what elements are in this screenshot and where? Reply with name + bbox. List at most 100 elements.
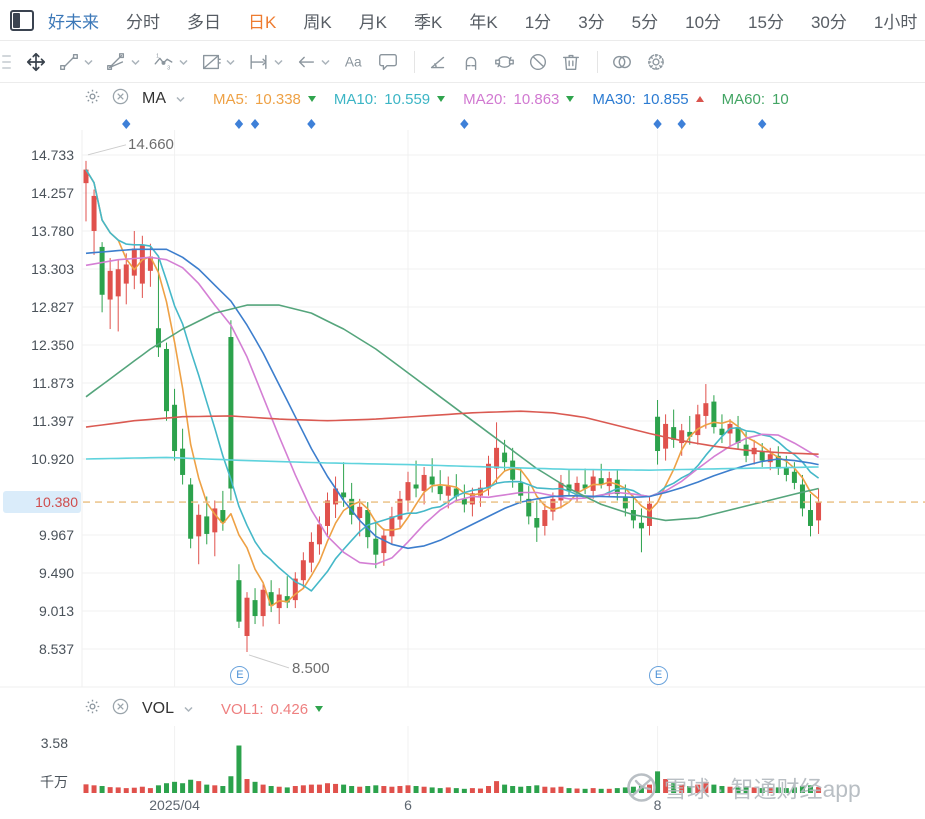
volume-bar (91, 785, 97, 793)
compare-tool[interactable] (610, 51, 634, 73)
volume-bar (155, 785, 161, 793)
volume-bar (494, 781, 500, 793)
volume-bar (397, 786, 403, 793)
toolbar-tools: 1 3 Aa (25, 50, 678, 73)
tab-日K[interactable]: 日K (248, 8, 276, 33)
tab-3分[interactable]: 3分 (578, 8, 604, 33)
indicator-settings-icon[interactable] (83, 697, 102, 721)
candle-body (180, 448, 186, 475)
candle-body (115, 269, 121, 297)
legend-item-label: MA20: (463, 90, 507, 108)
tab-分时[interactable]: 分时 (126, 8, 160, 33)
candle-body (655, 416, 661, 452)
candle-body (91, 195, 97, 231)
low-price-annotation: 8.500 (292, 659, 330, 677)
trend-line-tool[interactable] (58, 51, 94, 73)
event-diamond-icon[interactable] (677, 119, 686, 129)
tab-5分[interactable]: 5分 (632, 8, 658, 33)
legend-item: MA10: 10.559 (334, 90, 446, 108)
event-diamond-icon[interactable] (460, 119, 469, 129)
indicator-settings-icon[interactable] (83, 87, 102, 111)
tab-15分[interactable]: 15分 (748, 8, 784, 33)
watermark-text: 雪球 · 智通财经app (664, 776, 861, 802)
settings-tool[interactable] (645, 51, 667, 73)
tab-月K[interactable]: 月K (359, 8, 387, 33)
wave-tool-icon: 13 (154, 53, 173, 71)
candle-body (638, 522, 644, 529)
chevron-down-icon[interactable] (175, 90, 186, 108)
panel-toggle-icon[interactable] (10, 9, 34, 31)
legend-item-value: 0.426 (270, 700, 309, 718)
volume-axis-max: 3.58 (40, 735, 68, 751)
event-diamond-icon[interactable] (307, 119, 316, 129)
tab-季K[interactable]: 季K (414, 8, 442, 33)
wave-tool[interactable]: 13 (152, 51, 189, 73)
svg-text:3: 3 (167, 65, 170, 71)
candle-body (518, 482, 524, 496)
compare-tool-icon (613, 55, 631, 68)
hide-tool[interactable] (527, 51, 549, 73)
pitchfork-tool[interactable] (105, 51, 141, 73)
candle-body (799, 484, 805, 509)
candle-body (405, 482, 411, 501)
volume-bar (268, 786, 274, 793)
toolbar-divider (597, 50, 598, 73)
volume-bar (333, 783, 339, 793)
volume-bar (107, 787, 113, 793)
volume-bar (260, 784, 266, 793)
text-tool[interactable]: Aa (342, 51, 366, 73)
event-diamond-icon[interactable] (250, 119, 260, 129)
candle-body (357, 506, 363, 518)
event-diamond-icon[interactable] (234, 119, 244, 129)
delete-tool[interactable] (560, 51, 582, 73)
tab-周K[interactable]: 周K (303, 8, 331, 33)
candle-body (139, 245, 145, 284)
volume-bar (341, 784, 347, 793)
event-diamond-icon[interactable] (758, 119, 767, 129)
event-diamond-icon[interactable] (122, 119, 131, 129)
magnet-tool[interactable] (460, 51, 482, 73)
toolbar-drag-grip[interactable] (2, 54, 11, 69)
ma-line-ma20 (85, 256, 820, 566)
angle-tool[interactable] (427, 51, 449, 73)
measure-tool[interactable] (247, 51, 284, 73)
tab-年K[interactable]: 年K (469, 8, 497, 33)
volume-bar (139, 786, 145, 793)
move-tool[interactable] (25, 51, 47, 73)
tab-1小时[interactable]: 1小时 (874, 8, 917, 33)
trend-down-icon (437, 96, 446, 102)
volume-bar (357, 786, 363, 793)
legend-item-value: 10.559 (384, 90, 431, 108)
arrow-left-tool[interactable] (295, 51, 331, 73)
candle-body (228, 337, 234, 489)
comment-tool[interactable] (377, 51, 399, 73)
ma-line-ma5 (85, 169, 820, 608)
ma-line-ma60 (85, 304, 819, 522)
tab-30分[interactable]: 30分 (811, 8, 847, 33)
volume-bar (204, 784, 210, 793)
volume-bar (147, 788, 153, 793)
volume-bar (510, 786, 516, 793)
candle-body (647, 503, 652, 526)
volume-bar (316, 784, 322, 793)
tab-10分[interactable]: 10分 (685, 8, 721, 33)
indicator-close-icon[interactable] (111, 697, 130, 721)
candle-body (308, 541, 314, 563)
indicator-close-icon[interactable] (111, 87, 130, 111)
candle-body (695, 414, 701, 436)
volume-bar (598, 788, 604, 793)
tab-1分[interactable]: 1分 (525, 8, 551, 33)
price-axis-label: 12.827 (31, 298, 74, 315)
legend-item-label: MA60: (721, 90, 766, 108)
trend-down-icon (566, 96, 575, 102)
period-tab-bar: 好未来 分时多日日K周K月K季K年K1分3分5分10分15分30分1小时2小时3… (0, 0, 925, 41)
chevron-down-icon[interactable] (183, 700, 194, 718)
tab-多日[interactable]: 多日 (187, 8, 221, 33)
sync-tool[interactable] (493, 51, 516, 73)
candle-body (494, 447, 500, 469)
event-diamond-icon[interactable] (653, 119, 662, 129)
fib-box-tool[interactable] (200, 51, 236, 73)
stock-name[interactable]: 好未来 (48, 8, 99, 33)
legend-item: MA20: 10.863 (463, 90, 575, 108)
earnings-marker[interactable]: E (649, 666, 669, 685)
